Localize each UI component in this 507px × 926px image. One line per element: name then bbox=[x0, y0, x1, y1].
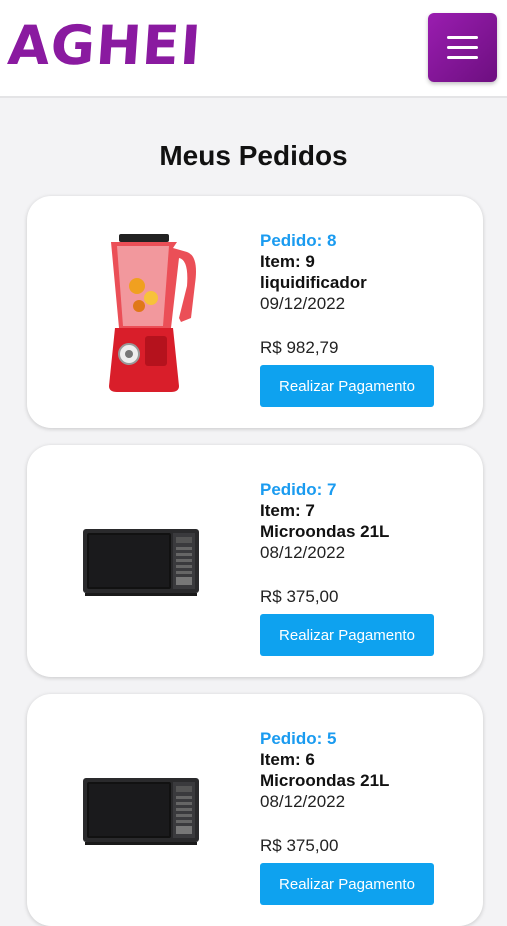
order-id: Pedido: 7 bbox=[260, 480, 337, 499]
pay-button[interactable]: Realizar Pagamento bbox=[260, 365, 434, 407]
product-name: Microondas 21L bbox=[260, 522, 390, 541]
microwave-image bbox=[83, 778, 199, 845]
item-id: Item: 9 bbox=[260, 252, 315, 271]
item-id: Item: 6 bbox=[260, 750, 315, 769]
pay-button[interactable]: Realizar Pagamento bbox=[260, 863, 434, 905]
order-date: 09/12/2022 bbox=[260, 294, 346, 313]
order-id: Pedido: 5 bbox=[260, 729, 337, 748]
menu-button[interactable] bbox=[428, 13, 497, 82]
product-name: Microondas 21L bbox=[260, 771, 390, 790]
order-date: 08/12/2022 bbox=[260, 543, 346, 562]
logo[interactable]: AGHEI bbox=[6, 14, 204, 78]
order-price: R$ 375,00 bbox=[260, 587, 339, 606]
item-id: Item: 7 bbox=[260, 501, 315, 520]
order-card: Pedido: 5 Item: 6 Microondas 21L 08/12/2… bbox=[27, 694, 483, 926]
app-header: AGHEI bbox=[0, 0, 507, 98]
order-price: R$ 375,00 bbox=[260, 836, 339, 855]
blender-image bbox=[109, 234, 196, 392]
product-name: liquidificador bbox=[260, 273, 367, 292]
order-card: Pedido: 7 Item: 7 Microondas 21L 08/12/2… bbox=[27, 445, 483, 677]
order-id: Pedido: 8 bbox=[260, 231, 337, 250]
pay-button[interactable]: Realizar Pagamento bbox=[260, 614, 434, 656]
page-title: Meus Pedidos bbox=[159, 140, 348, 171]
order-price: R$ 982,79 bbox=[260, 338, 339, 357]
microwave-image bbox=[83, 529, 199, 596]
order-date: 08/12/2022 bbox=[260, 792, 346, 811]
order-card: Pedido: 8 Item: 9 liquidificador 09/12/2… bbox=[27, 196, 483, 428]
